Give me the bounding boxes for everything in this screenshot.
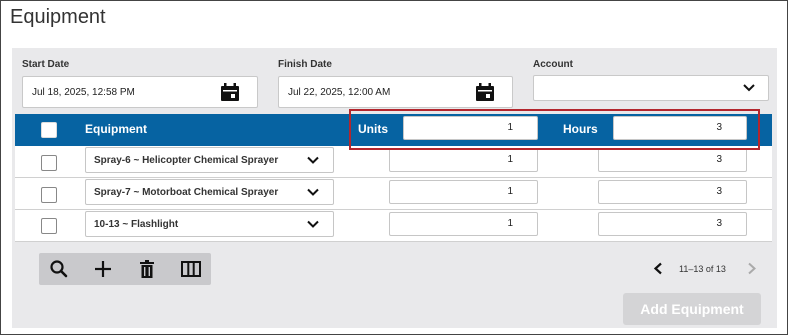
- trash-icon[interactable]: [137, 260, 157, 278]
- select-all-checkbox[interactable]: [41, 122, 57, 138]
- start-date-field[interactable]: Jul 18, 2025, 12:58 PM: [22, 76, 258, 108]
- page-title: Equipment: [10, 6, 106, 28]
- search-icon[interactable]: [49, 260, 69, 278]
- plus-icon[interactable]: [93, 260, 113, 278]
- start-date-value: Jul 18, 2025, 12:58 PM: [32, 87, 135, 98]
- pagination-range: 11–13 of 13: [679, 264, 726, 274]
- chevron-down-icon: [307, 220, 319, 228]
- chevron-left-icon[interactable]: [653, 262, 663, 275]
- chevron-down-icon: [743, 84, 755, 92]
- calendar-icon[interactable]: [475, 83, 495, 102]
- equipment-name: Spray-6 ~ Helicopter Chemical Sprayer: [94, 155, 279, 166]
- account-select[interactable]: [533, 75, 769, 101]
- hours-input[interactable]: 3: [598, 180, 747, 204]
- chevron-down-icon: [307, 156, 319, 164]
- finish-date-value: Jul 22, 2025, 12:00 AM: [288, 87, 391, 98]
- table-toolbar: [39, 253, 211, 285]
- equipment-select[interactable]: Spray-6 ~ Helicopter Chemical Sprayer: [85, 147, 334, 173]
- equipment-select[interactable]: 10-13 ~ Flashlight: [85, 211, 334, 237]
- calendar-icon[interactable]: [220, 83, 240, 102]
- units-input[interactable]: 1: [389, 148, 538, 172]
- row-checkbox[interactable]: [41, 187, 57, 203]
- columns-icon[interactable]: [181, 260, 201, 278]
- hours-input[interactable]: 3: [598, 148, 747, 172]
- finish-date-field[interactable]: Jul 22, 2025, 12:00 AM: [278, 76, 513, 108]
- start-date-label: Start Date: [22, 59, 70, 70]
- add-equipment-button[interactable]: Add Equipment: [623, 293, 761, 325]
- equipment-column-header: Equipment: [85, 122, 147, 136]
- row-checkbox[interactable]: [41, 155, 57, 171]
- chevron-right-icon[interactable]: [747, 262, 757, 275]
- account-label: Account: [533, 59, 573, 70]
- units-input[interactable]: 1: [389, 180, 538, 204]
- equipment-name: Spray-7 ~ Motorboat Chemical Sprayer: [94, 187, 279, 198]
- finish-date-label: Finish Date: [278, 59, 332, 70]
- equipment-name: 10-13 ~ Flashlight: [94, 219, 179, 230]
- chevron-down-icon: [307, 188, 319, 196]
- row-checkbox[interactable]: [41, 218, 57, 234]
- equipment-select[interactable]: Spray-7 ~ Motorboat Chemical Sprayer: [85, 179, 334, 205]
- units-input[interactable]: 1: [389, 212, 538, 236]
- hours-input[interactable]: 3: [598, 212, 747, 236]
- highlight-box: [349, 109, 760, 150]
